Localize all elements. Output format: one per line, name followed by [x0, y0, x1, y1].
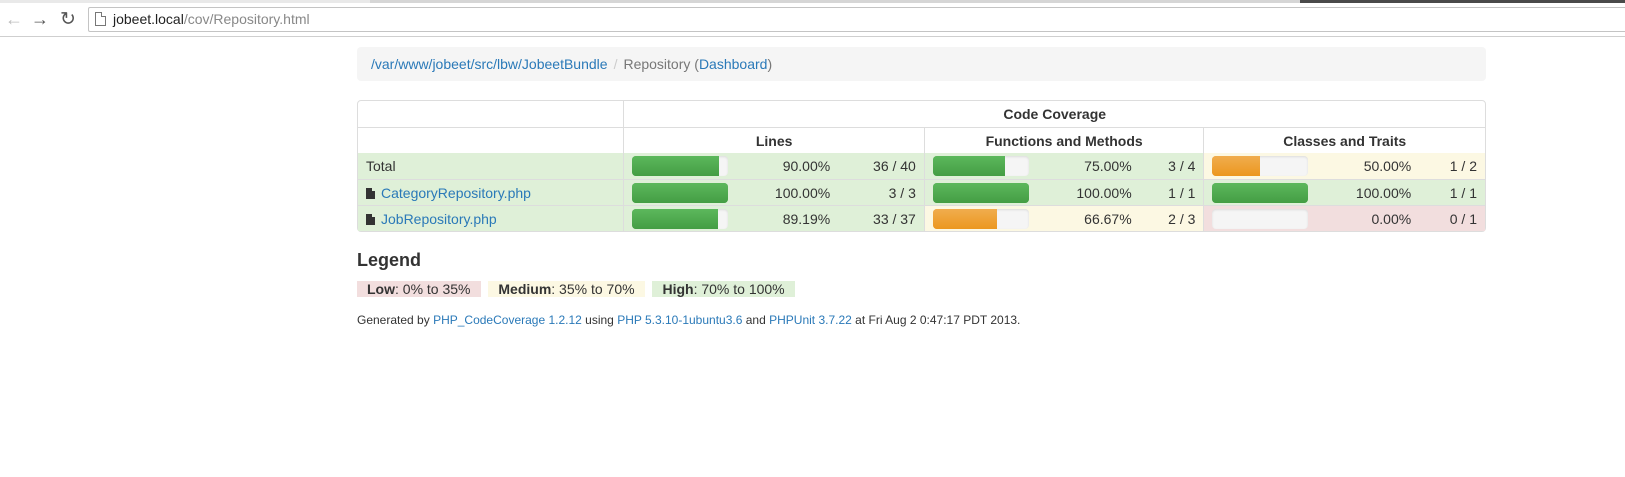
lines-count: 36 / 40 — [838, 153, 924, 179]
phpunit-link[interactable]: PHPUnit 3.7.22 — [769, 313, 852, 327]
legend-low-label: Low — [367, 281, 395, 297]
functions-percent: 75.00% — [1036, 153, 1140, 179]
legend-title: Legend — [357, 250, 422, 270]
lines-bar-cell — [623, 179, 737, 205]
lines-progress — [632, 182, 729, 203]
forward-arrow-icon[interactable]: → — [30, 9, 50, 29]
header-code-coverage: Code Coverage — [623, 101, 1485, 127]
php-codecoverage-link[interactable]: PHP_CodeCoverage 1.2.12 — [433, 313, 582, 327]
footer-and: and — [742, 313, 770, 327]
file-icon — [366, 213, 375, 225]
header-functions-methods: Functions and Methods — [923, 127, 1204, 153]
breadcrumb-path-link[interactable]: /var/www/jobeet/src/lbw/JobeetBundle — [371, 56, 608, 72]
classes-progress-fill — [1212, 156, 1261, 176]
functions-percent: 100.00% — [1036, 179, 1140, 205]
functions-progress — [932, 156, 1029, 176]
classes-percent: 100.00% — [1316, 179, 1420, 205]
functions-progress — [932, 182, 1029, 203]
functions-progress — [932, 208, 1029, 229]
classes-percent: 0.00% — [1316, 205, 1420, 231]
breadcrumb-current: Repository — [623, 56, 691, 72]
php-version-link[interactable]: PHP 5.3.10-1ubuntu3.6 — [617, 313, 742, 327]
functions-count: 2 / 3 — [1139, 205, 1204, 231]
page-container: /var/www/jobeet/src/lbw/JobeetBundle / Rep… — [357, 47, 1486, 327]
legend-high-range: : 70% to 100% — [693, 281, 785, 297]
lines-progress-fill — [632, 182, 729, 203]
functions-bar-cell — [923, 179, 1037, 205]
lines-percent: 90.00% — [736, 153, 839, 179]
coverage-table: Code Coverage Lines Functions and Method… — [357, 100, 1486, 232]
functions-progress-fill — [932, 208, 997, 229]
functions-progress-fill — [932, 156, 1005, 176]
classes-count: 1 / 2 — [1419, 153, 1485, 179]
header-empty-cell — [358, 101, 623, 127]
url-path: /cov/Repository.html — [183, 11, 310, 27]
row-name-cell: Total — [358, 153, 624, 179]
classes-progress — [1212, 182, 1309, 203]
url-host: jobeet.local — [113, 11, 184, 27]
reload-icon[interactable]: ↻ — [58, 9, 78, 29]
file-icon — [366, 187, 375, 199]
lines-percent: 100.00% — [736, 179, 839, 205]
classes-percent: 50.00% — [1316, 153, 1420, 179]
file-link[interactable]: JobRepository.php — [381, 211, 497, 227]
lines-progress-fill — [632, 156, 719, 176]
back-arrow-icon[interactable]: ← — [4, 9, 24, 29]
lines-bar-cell — [623, 153, 737, 179]
classes-bar-cell — [1203, 179, 1317, 205]
footer-using: using — [581, 313, 618, 327]
browser-toolbar: ← → ↻ jobeet.local/cov/Repository.html — [0, 3, 1625, 37]
lines-count: 33 / 37 — [838, 205, 924, 231]
row-name-cell: CategoryRepository.php — [358, 179, 624, 205]
lines-progress — [632, 208, 729, 229]
header-classes-traits: Classes and Traits — [1203, 127, 1485, 153]
file-link[interactable]: CategoryRepository.php — [381, 185, 531, 201]
legend-high-label: High — [662, 281, 694, 297]
dashboard-link[interactable]: Dashboard — [699, 56, 768, 72]
functions-count: 1 / 1 — [1139, 179, 1204, 205]
page-icon — [95, 12, 106, 26]
classes-count: 1 / 1 — [1419, 179, 1485, 205]
legend-high: High: 70% to 100% — [652, 281, 795, 297]
breadcrumb: /var/www/jobeet/src/lbw/JobeetBundle / Rep… — [357, 47, 1486, 81]
header-row-sub: Lines Functions and Methods Classes and … — [358, 127, 1485, 153]
row-name-cell: JobRepository.php — [358, 205, 624, 231]
functions-percent: 66.67% — [1036, 205, 1140, 231]
classes-count: 0 / 1 — [1419, 205, 1485, 231]
legend-low-range: : 0% to 35% — [395, 281, 471, 297]
breadcrumb-separator: / — [613, 56, 618, 72]
lines-progress — [632, 156, 729, 176]
coverage-table-body: Total 90.00% 36 / 40 75.00% 3 / 4 50.00% 1 / 2… — [358, 153, 1485, 231]
table-row: Total 90.00% 36 / 40 75.00% 3 / 4 50.00% 1 / 2 — [358, 153, 1485, 179]
breadcrumb-close-paren: ) — [767, 56, 773, 72]
lines-progress-fill — [632, 208, 718, 229]
address-bar[interactable]: jobeet.local/cov/Repository.html — [88, 7, 1625, 32]
lines-bar-cell — [623, 205, 737, 231]
functions-progress-fill — [932, 182, 1029, 203]
header-lines: Lines — [623, 127, 924, 153]
footer: Generated by PHP_CodeCoverage 1.2.12 usi… — [357, 313, 1020, 327]
legend: Low: 0% to 35% Medium: 35% to 70% High: … — [357, 281, 799, 297]
classes-progress — [1212, 208, 1309, 229]
lines-count: 3 / 3 — [838, 179, 924, 205]
table-row: JobRepository.php 89.19% 33 / 37 66.67% 2 / … — [358, 205, 1485, 231]
legend-medium-range: : 35% to 70% — [551, 281, 635, 297]
footer-suffix: at Fri Aug 2 0:47:17 PDT 2013. — [851, 313, 1021, 327]
footer-prefix: Generated by — [357, 313, 434, 327]
table-row: CategoryRepository.php 100.00% 3 / 3 100.00… — [358, 179, 1485, 205]
functions-bar-cell — [923, 205, 1037, 231]
legend-medium: Medium: 35% to 70% — [488, 281, 645, 297]
functions-count: 3 / 4 — [1139, 153, 1204, 179]
legend-medium-label: Medium — [498, 281, 552, 297]
classes-bar-cell — [1203, 153, 1317, 179]
functions-bar-cell — [923, 153, 1037, 179]
header-row-main: Code Coverage — [358, 101, 1485, 127]
header-empty-cell — [358, 127, 624, 153]
classes-progress-fill — [1212, 182, 1309, 203]
classes-progress — [1212, 156, 1309, 176]
legend-low: Low: 0% to 35% — [357, 281, 481, 297]
row-label: Total — [366, 158, 396, 174]
lines-percent: 89.19% — [736, 205, 839, 231]
classes-bar-cell — [1203, 205, 1317, 231]
